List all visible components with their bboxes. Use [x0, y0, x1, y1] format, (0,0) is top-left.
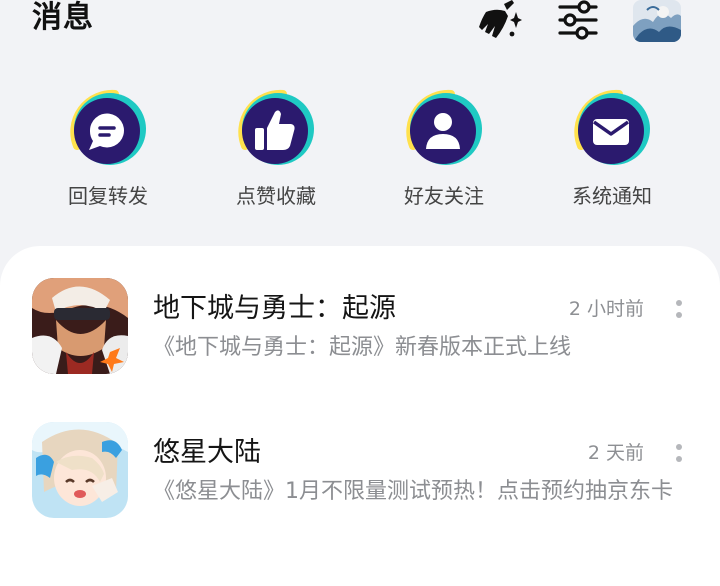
game-thumbnail-youxing: [32, 422, 128, 518]
page-title: 消息: [32, 0, 94, 35]
message-time: 2 天前: [587, 442, 644, 464]
message-time: 2 小时前: [568, 298, 644, 320]
envelope-icon: [567, 86, 657, 176]
category-label: 系统通知: [572, 184, 652, 208]
more-vertical-icon[interactable]: [668, 440, 690, 470]
category-reply-forward[interactable]: 回复转发: [38, 86, 178, 216]
list-item[interactable]: 地下城与勇士：起源 2 小时前 《地下城与勇士：起源》新春版本正式上线: [0, 278, 720, 388]
thumbs-up-icon: [231, 86, 321, 176]
message-preview: 《地下城与勇士：起源》新春版本正式上线: [153, 335, 572, 360]
user-avatar[interactable]: [633, 0, 681, 42]
message-title: 悠星大陆: [153, 437, 261, 468]
broom-sparkle-icon[interactable]: [474, 0, 522, 40]
more-vertical-icon[interactable]: [668, 296, 690, 326]
category-label: 好友关注: [404, 184, 484, 208]
list-item[interactable]: 悠星大陆 2 天前 《悠星大陆》1月不限量测试预热！点击预约抽京东卡: [0, 422, 720, 532]
category-system-notice[interactable]: 系统通知: [542, 86, 682, 216]
message-preview: 《悠星大陆》1月不限量测试预热！点击预约抽京东卡: [153, 479, 673, 504]
message-title: 地下城与勇士：起源: [153, 293, 396, 324]
category-label: 点赞收藏: [236, 184, 316, 208]
top-bar: 消息: [0, 0, 720, 48]
game-thumbnail-dnf: [32, 278, 128, 374]
filter-sliders-icon[interactable]: [556, 0, 600, 40]
category-friends-follow[interactable]: 好友关注: [374, 86, 514, 216]
category-row: 回复转发 点赞收藏 好友关注 系统通知: [0, 86, 720, 216]
person-icon: [399, 86, 489, 176]
chat-bubble-icon: [63, 86, 153, 176]
category-label: 回复转发: [68, 184, 148, 208]
message-list: 地下城与勇士：起源 2 小时前 《地下城与勇士：起源》新春版本正式上线 悠星大陆…: [0, 246, 720, 586]
category-likes-favorites[interactable]: 点赞收藏: [206, 86, 346, 216]
